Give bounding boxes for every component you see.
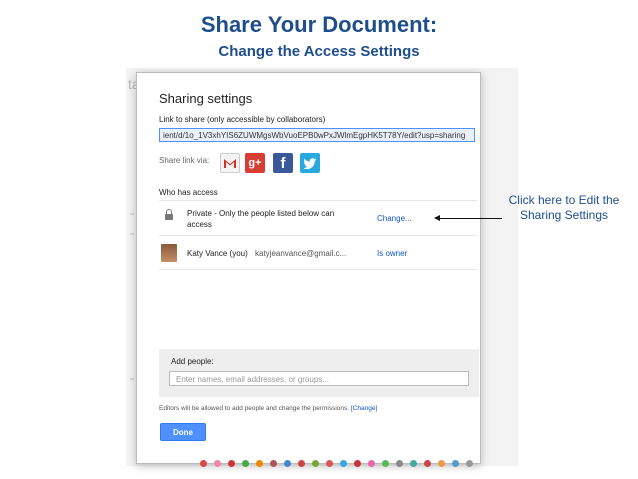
owner-name: Katy Vance (you) [187, 249, 248, 258]
background-toolbar [200, 460, 500, 468]
toolbar-icon [410, 460, 417, 467]
facebook-icon[interactable]: f [273, 153, 293, 173]
dialog-title: Sharing settings [159, 91, 253, 106]
toolbar-icon [424, 460, 431, 467]
link-label: Link to share (only accessible by collab… [159, 115, 326, 124]
toolbar-icon [354, 460, 361, 467]
slide-subtitle: Change the Access Settings [218, 43, 420, 60]
annotation-arrow [438, 218, 502, 219]
owner-email: katyjeanvance@gmail.c... [255, 249, 347, 258]
editors-note-text: Editors will be allowed to add people an… [159, 405, 350, 412]
annotation-arrowhead [434, 215, 440, 221]
toolbar-icon [270, 460, 277, 467]
toolbar-icon [326, 460, 333, 467]
toolbar-icon [284, 460, 291, 467]
toolbar-icon [256, 460, 263, 467]
owner-role: Is owner [377, 249, 408, 258]
add-people-input[interactable]: Enter names, email addresses, or groups.… [169, 371, 469, 386]
toolbar-icon [312, 460, 319, 467]
gmail-icon[interactable] [220, 153, 240, 173]
editors-change-link[interactable]: [Change] [351, 405, 377, 412]
add-people-label: Add people: [171, 357, 214, 366]
background-line [130, 233, 134, 235]
toolbar-icon [214, 460, 221, 467]
toolbar-icon [298, 460, 305, 467]
editors-note: Editors will be allowed to add people an… [159, 405, 377, 412]
done-button[interactable]: Done [160, 423, 206, 441]
share-link-field[interactable]: ient/d/1o_1V3xhYIS6ZUWMgsWbVuoEPB0wPxJWl… [159, 128, 475, 142]
share-via-label: Share link via: [159, 156, 210, 165]
annotation-text: Click here to Edit the Sharing Settings [508, 193, 620, 222]
google-plus-icon[interactable]: g+ [245, 153, 265, 173]
divider [159, 235, 477, 236]
toolbar-icon [466, 460, 473, 467]
lock-icon [165, 209, 173, 220]
toolbar-icon [242, 460, 249, 467]
toolbar-icon [452, 460, 459, 467]
toolbar-icon [382, 460, 389, 467]
divider [159, 269, 477, 270]
twitter-icon[interactable] [300, 153, 320, 173]
toolbar-icon [368, 460, 375, 467]
background-line [130, 213, 134, 215]
toolbar-icon [396, 460, 403, 467]
divider [159, 200, 477, 201]
toolbar-icon [228, 460, 235, 467]
avatar [161, 244, 177, 262]
slide-title: Share Your Document: [200, 12, 438, 37]
sharing-settings-dialog: Sharing settings Link to share (only acc… [136, 72, 481, 464]
toolbar-icon [200, 460, 207, 467]
change-access-link[interactable]: Change... [377, 214, 412, 223]
access-level-text: Private - Only the people listed below c… [187, 209, 335, 229]
add-people-section: Add people: Enter names, email addresses… [159, 349, 479, 397]
background-line [130, 378, 134, 380]
who-has-access-heading: Who has access [159, 188, 218, 197]
toolbar-icon [340, 460, 347, 467]
toolbar-icon [438, 460, 445, 467]
